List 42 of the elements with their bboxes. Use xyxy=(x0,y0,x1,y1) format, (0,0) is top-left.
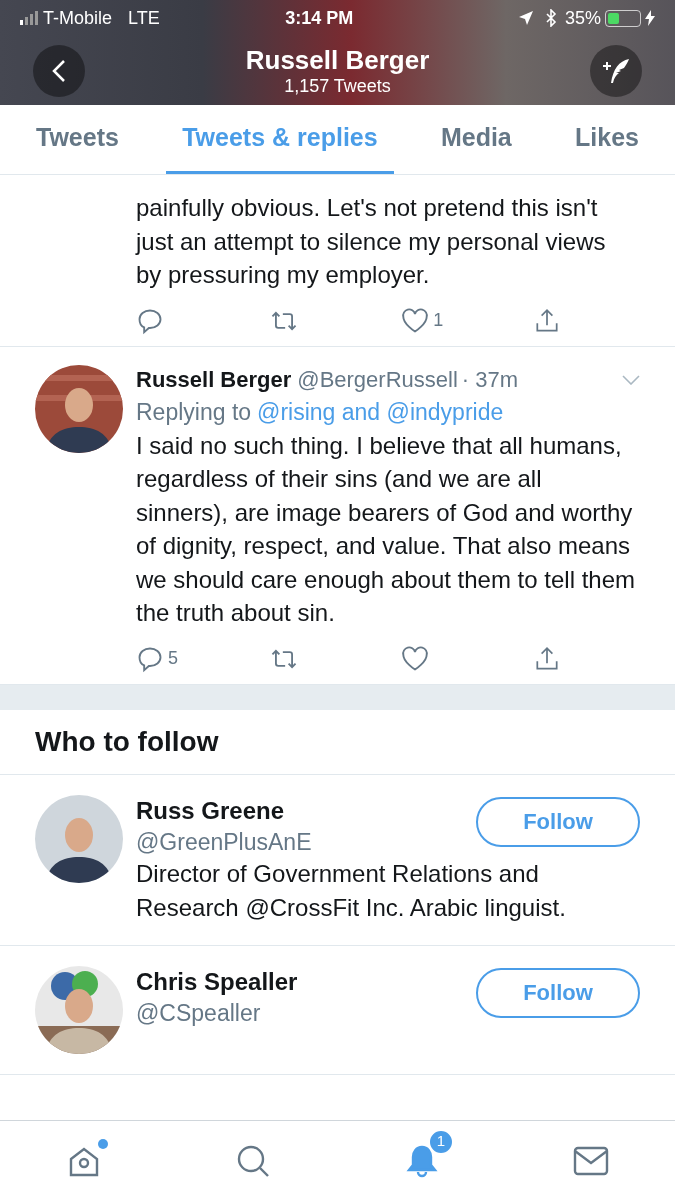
signal-icon xyxy=(20,11,38,25)
author-handle: @BergerRussell xyxy=(297,365,458,394)
profile-name: Russell Berger xyxy=(245,44,430,75)
tab[interactable]: Tweets xyxy=(20,105,135,174)
location-icon xyxy=(518,11,533,25)
follow-button[interactable]: Follow xyxy=(476,796,640,847)
bluetooth-icon xyxy=(544,9,557,27)
clock: 3:14 PM xyxy=(284,6,355,30)
compose-icon xyxy=(601,56,631,85)
compose-button[interactable] xyxy=(590,44,642,97)
tweet-count: 1,157 Tweets xyxy=(284,74,391,97)
user-name[interactable]: Chris Spealler xyxy=(136,965,476,998)
tweet-time: · 37m xyxy=(461,365,519,394)
nav-tab[interactable]: 1 xyxy=(337,1121,507,1200)
like-count: 1 xyxy=(433,309,444,332)
user-name[interactable]: Russ Greene xyxy=(136,794,476,827)
user-bio: Director of Government Relations and Research @CrossFit Inc. Arabic linguist. xyxy=(136,858,567,923)
search-icon xyxy=(236,1143,271,1178)
heart-icon[interactable] xyxy=(401,307,430,334)
charging-icon xyxy=(645,10,655,26)
tweet-text: I said no such thing. I believe that all humans, regardless of their sins (and we are all sinners), are image bearers of God and worthy of dignity, respect, and value. That also means we should care enough about them to tell them the truth about sin. xyxy=(136,430,636,628)
author-name[interactable]: Russell Berger xyxy=(136,364,292,395)
tab[interactable]: Likes xyxy=(559,105,655,174)
back-icon xyxy=(52,58,66,83)
battery-percent: 35% xyxy=(564,6,601,30)
carrier: T-Mobile xyxy=(43,6,113,30)
user-handle: @CSpealler xyxy=(136,998,262,1028)
heart-icon[interactable] xyxy=(401,645,430,672)
tweet-text: painfully obvious. Let's not pretend this isn't just an attempt to silence my personal views by pressuring my employer. xyxy=(136,193,607,290)
section-heading: Who to follow xyxy=(35,724,219,759)
tab[interactable]: Tweets & replies xyxy=(166,105,394,174)
battery-icon xyxy=(605,9,641,27)
notification-badge: 1 xyxy=(427,1128,454,1155)
tab[interactable]: Media xyxy=(424,105,528,174)
user-handle: @GreenPlusAnE xyxy=(136,827,313,857)
mail-icon xyxy=(572,1145,609,1176)
reply-count: 5 xyxy=(168,647,178,670)
reply-label: Replying to xyxy=(136,397,252,427)
follow-button[interactable]: Follow xyxy=(476,967,640,1018)
network-type: LTE xyxy=(128,6,160,30)
back-button[interactable] xyxy=(33,44,85,97)
reply-mentions[interactable]: @rising and @indypride xyxy=(257,394,504,429)
